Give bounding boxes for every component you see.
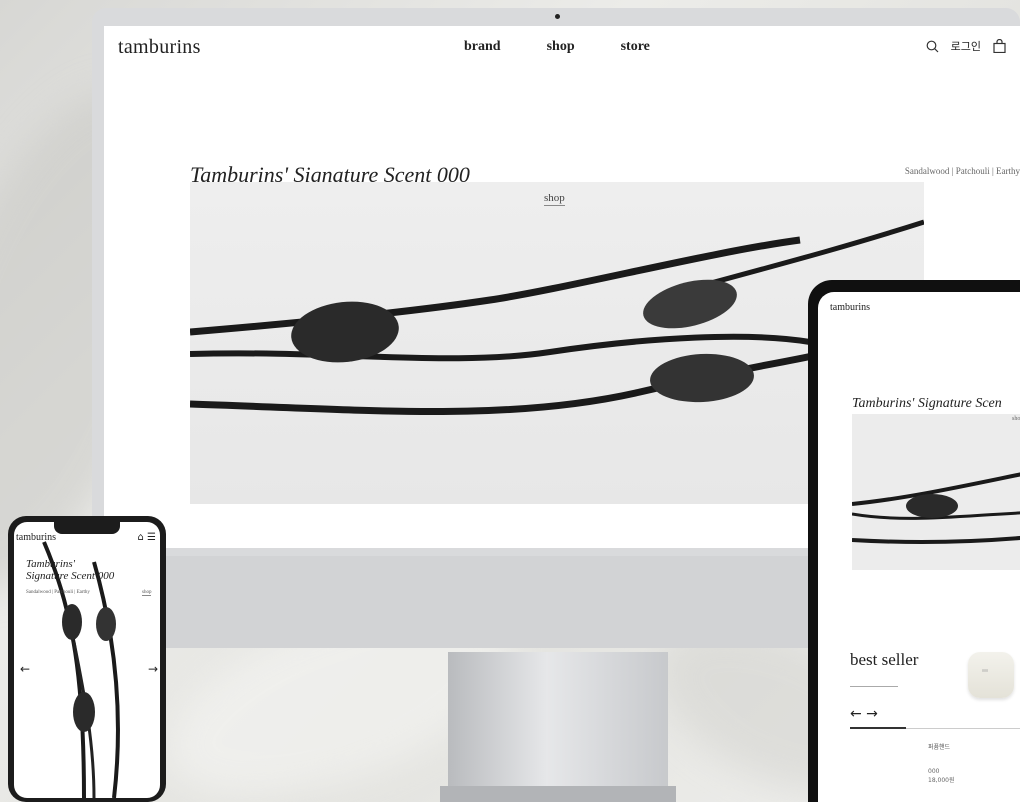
product-image[interactable]: 000 [968,652,1014,698]
tablet-hero-title: Tamburins' Signature Scen [852,396,1002,411]
site-logo[interactable]: tamburins [118,36,201,59]
login-link[interactable]: 로그인 [951,38,981,54]
shopping-bag-icon[interactable]: ⌂ [137,532,143,543]
tablet-logo[interactable]: tamburins [830,302,870,313]
tablet-flower-illustration [851,472,1020,545]
tablet-hero-image [851,414,1020,570]
monitor-stand-foot [440,786,676,802]
phone-header-icons: ⌂ ☰ [137,532,156,543]
phone-screen: tamburins ⌂ ☰ Tamburins' Signature Scent… [14,522,160,798]
tablet-device: tamburins Tamburins' Signature Scen sho … [808,280,1020,802]
tablet-shop-link[interactable]: sho [1012,416,1020,422]
arrow-left-icon[interactable]: ← [20,662,30,676]
phone-scent-notes: Sandalwood | Patchouli | Earthy [26,590,90,595]
menu-icon[interactable]: ☰ [147,532,156,543]
search-icon[interactable] [926,40,939,53]
phone-logo[interactable]: tamburins [16,532,56,543]
product-brand: 퍼퓸핸드 [928,744,951,751]
product-price: 18,000원 [928,777,955,784]
product-jar-label: 000 [982,668,988,673]
phone-shop-link[interactable]: shop [142,590,152,596]
hero-shop-link[interactable]: shop [544,192,565,206]
phone-device: tamburins ⌂ ☰ Tamburins' Signature Scent… [8,516,166,802]
nav-store[interactable]: store [621,39,650,55]
carousel-arrows[interactable]: ← → [850,706,878,722]
tablet-screen: tamburins Tamburins' Signature Scen sho … [818,292,1020,802]
product-name: 000 [928,768,940,775]
main-nav: brand shop store [464,39,650,55]
product-meta: 000 18,000원 [928,767,955,785]
camera-dot [555,14,560,19]
hero-scent-notes: Sandalwood | Patchouli | Earthy [904,166,1020,176]
nav-brand[interactable]: brand [464,39,501,55]
phone-notch [54,522,120,534]
best-seller-more-link[interactable] [850,686,898,687]
monitor-stand [448,652,668,802]
carousel-progress-thumb [850,727,906,729]
header-tools: 로그인 [926,38,1006,54]
nav-shop[interactable]: shop [547,39,575,55]
phone-hero-title: Tamburins' Signature Scent 000 [26,558,115,582]
shopping-bag-icon[interactable] [993,39,1006,53]
best-seller-heading: best seller [850,650,919,669]
arrow-right-icon[interactable]: → [148,662,158,676]
